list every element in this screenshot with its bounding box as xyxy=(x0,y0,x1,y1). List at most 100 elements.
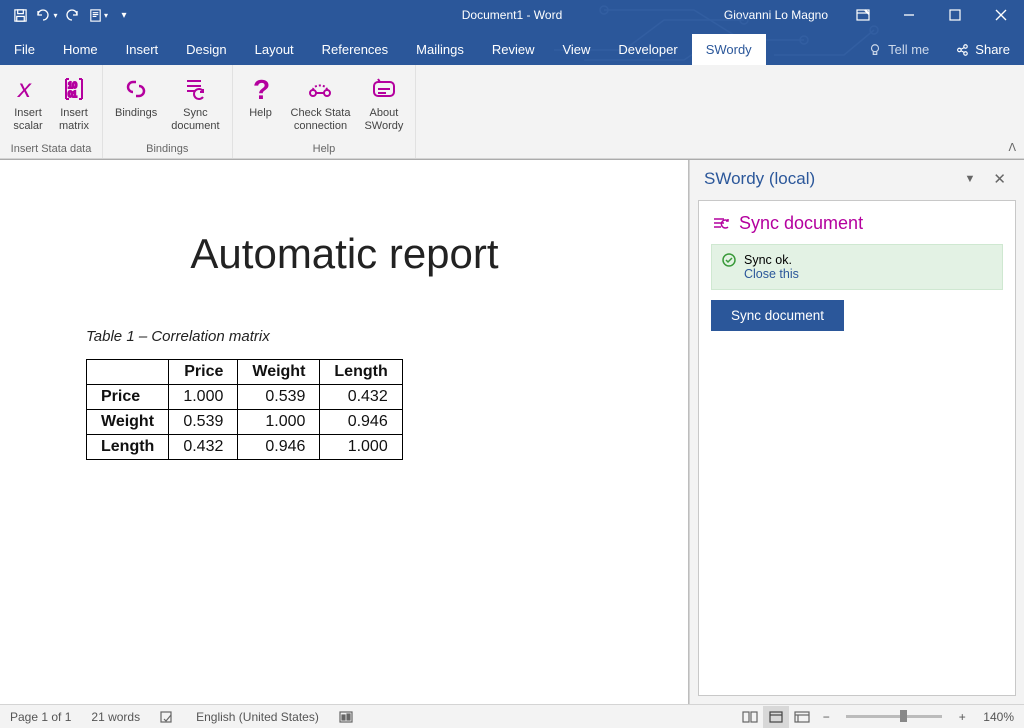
window-title: Document1 - Word xyxy=(462,8,562,22)
check-icon xyxy=(722,253,736,281)
svg-text:x: x xyxy=(16,75,32,103)
main-area: Automatic report Table 1 – Correlation m… xyxy=(0,159,1024,704)
tab-developer[interactable]: Developer xyxy=(604,34,691,65)
status-bar: Page 1 of 1 21 words English (United Sta… xyxy=(0,704,1024,728)
word-count[interactable]: 21 words xyxy=(81,710,150,724)
undo-button[interactable]: ▾ xyxy=(34,3,58,27)
print-layout-button[interactable] xyxy=(763,706,789,728)
zoom-in-button[interactable]: + xyxy=(953,710,971,724)
table-corner xyxy=(87,360,169,385)
minimize-button[interactable] xyxy=(886,0,932,30)
svg-text:01: 01 xyxy=(68,90,77,99)
sync-document-button[interactable]: Sync document xyxy=(711,300,844,331)
share-button[interactable]: Share xyxy=(941,34,1024,65)
ribbon-group: BindingsSync documentBindings xyxy=(103,65,233,158)
read-mode-button[interactable] xyxy=(737,706,763,728)
ribbon-group: ?HelpCheck Stata connectionAbout SWordyH… xyxy=(233,65,417,158)
save-button[interactable] xyxy=(8,3,32,27)
close-this-link[interactable]: Close this xyxy=(744,267,799,281)
svg-text:?: ? xyxy=(253,75,270,103)
group-label: Bindings xyxy=(146,141,188,158)
bindings-button[interactable]: Bindings xyxy=(109,69,163,141)
row-header: Price xyxy=(87,385,169,410)
table-row: Length0.4320.9461.000 xyxy=(87,435,403,460)
ribbon-display-options[interactable] xyxy=(840,0,886,30)
table-caption: Table 1 – Correlation matrix xyxy=(0,328,689,345)
sync-status-banner: Sync ok. Close this xyxy=(711,244,1003,290)
help-icon: ? xyxy=(245,73,277,105)
close-window-button[interactable] xyxy=(978,0,1024,30)
redo-button[interactable] xyxy=(60,3,84,27)
table-cell: 0.432 xyxy=(320,385,402,410)
table-cell: 0.946 xyxy=(320,410,402,435)
about-swordy-button[interactable]: About SWordy xyxy=(358,69,409,141)
tab-file[interactable]: File xyxy=(0,34,49,65)
user-name[interactable]: Giovanni Lo Magno xyxy=(712,8,840,22)
table-row: Price1.0000.5390.432 xyxy=(87,385,403,410)
insert-matrix-icon: 1001 xyxy=(58,73,90,105)
table-cell: 1.000 xyxy=(169,385,238,410)
zoom-level[interactable]: 140% xyxy=(973,710,1024,724)
page-indicator[interactable]: Page 1 of 1 xyxy=(0,710,81,724)
table-cell: 0.946 xyxy=(238,435,320,460)
taskpane-close-button[interactable]: ✕ xyxy=(985,168,1014,190)
ribbon-group: xInsert scalar1001Insert matrixInsert St… xyxy=(0,65,103,158)
row-header: Weight xyxy=(87,410,169,435)
insert-scalar-button[interactable]: xInsert scalar xyxy=(6,69,50,141)
taskpane-menu[interactable]: ▼ xyxy=(955,169,986,189)
col-header: Weight xyxy=(238,360,320,385)
macro-indicator[interactable] xyxy=(329,711,363,723)
bindings-icon xyxy=(120,73,152,105)
title-bar: ▾ ▾ ▾ Document1 - Word Giovanni Lo Magno xyxy=(0,0,1024,30)
row-header: Length xyxy=(87,435,169,460)
qat-customize[interactable]: ▾ xyxy=(112,3,136,27)
spell-check-icon[interactable] xyxy=(150,710,186,724)
tab-mailings[interactable]: Mailings xyxy=(402,34,478,65)
collapse-ribbon[interactable]: ᐱ xyxy=(1008,141,1016,154)
quick-print-button[interactable]: ▾ xyxy=(86,3,110,27)
bulb-icon xyxy=(868,43,882,57)
sync-document-icon xyxy=(179,73,211,105)
task-pane: SWordy (local) ▼ ✕ Sync document Sync ok… xyxy=(689,160,1024,704)
table-row: Weight0.5391.0000.946 xyxy=(87,410,403,435)
col-header: Price xyxy=(169,360,238,385)
table-cell: 0.432 xyxy=(169,435,238,460)
language-indicator[interactable]: English (United States) xyxy=(186,710,329,724)
zoom-slider[interactable] xyxy=(846,715,942,718)
sync-icon xyxy=(711,215,731,233)
tell-me[interactable]: Tell me xyxy=(856,34,941,65)
quick-access-toolbar: ▾ ▾ ▾ xyxy=(0,3,136,27)
taskpane-heading: Sync document xyxy=(711,213,1003,234)
zoom-out-button[interactable]: − xyxy=(817,710,835,724)
maximize-button[interactable] xyxy=(932,0,978,30)
tab-swordy[interactable]: SWordy xyxy=(692,34,766,65)
help-button[interactable]: ?Help xyxy=(239,69,283,141)
ribbon-tabs: File HomeInsertDesignLayoutReferencesMai… xyxy=(0,30,1024,65)
table-cell: 1.000 xyxy=(320,435,402,460)
tab-design[interactable]: Design xyxy=(172,34,240,65)
table-cell: 1.000 xyxy=(238,410,320,435)
insert-scalar-icon: x xyxy=(12,73,44,105)
sync-document-button[interactable]: Sync document xyxy=(165,69,225,141)
tab-insert[interactable]: Insert xyxy=(112,34,173,65)
col-header: Length xyxy=(320,360,402,385)
tab-review[interactable]: Review xyxy=(478,34,549,65)
sync-status-text: Sync ok. xyxy=(744,253,799,267)
insert-matrix-button[interactable]: 1001Insert matrix xyxy=(52,69,96,141)
document-heading: Automatic report xyxy=(0,230,689,328)
ribbon: xInsert scalar1001Insert matrixInsert St… xyxy=(0,65,1024,159)
document-area[interactable]: Automatic report Table 1 – Correlation m… xyxy=(0,160,689,704)
tab-home[interactable]: Home xyxy=(49,34,112,65)
tab-view[interactable]: View xyxy=(548,34,604,65)
check-stata-connection-icon xyxy=(304,73,336,105)
svg-text:10: 10 xyxy=(68,81,77,90)
group-label: Insert Stata data xyxy=(11,141,92,158)
correlation-table: PriceWeightLength Price1.0000.5390.432We… xyxy=(86,359,403,460)
tab-references[interactable]: References xyxy=(308,34,402,65)
taskpane-title: SWordy (local) xyxy=(704,169,955,189)
share-icon xyxy=(955,43,969,57)
tab-layout[interactable]: Layout xyxy=(241,34,308,65)
check-stata-connection-button[interactable]: Check Stata connection xyxy=(285,69,357,141)
table-cell: 0.539 xyxy=(169,410,238,435)
web-layout-button[interactable] xyxy=(789,706,815,728)
